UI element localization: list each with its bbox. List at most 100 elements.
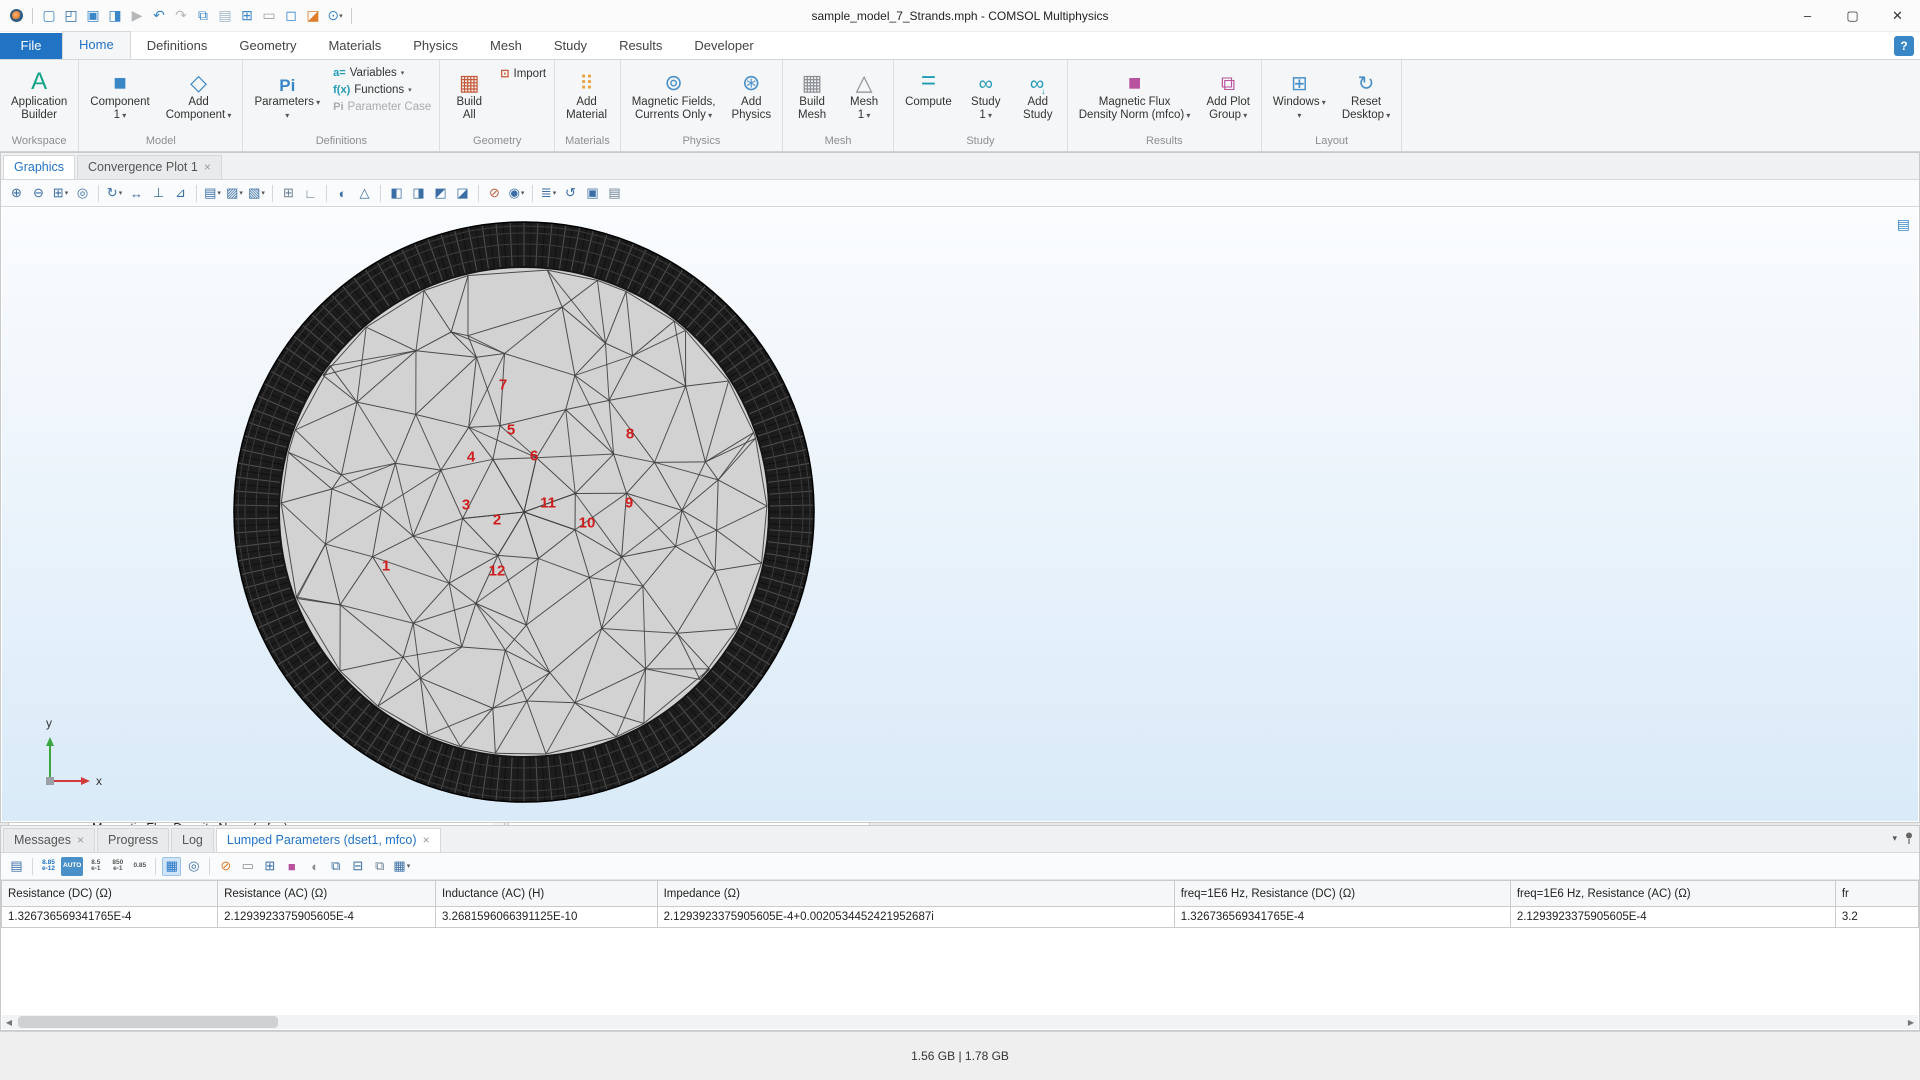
scroll-left-icon[interactable]: ◀ [2,1018,16,1027]
dropdown-icon[interactable]: ▾ [217,189,221,197]
magnetic-fields-button[interactable]: ⊚Magnetic Fields,Currents Only ▾ [625,62,723,133]
dropdown-icon[interactable]: ▾ [521,189,525,197]
highlight-selection-icon[interactable]: ◉▾ [507,184,526,203]
pan-icon[interactable]: ↔ [127,184,146,203]
dropdown-icon[interactable]: ▾ [407,862,411,870]
table-horizontal-scrollbar[interactable]: ◀ ▶ [2,1015,1918,1029]
functions-button[interactable]: f(x)Functions▾ [329,83,435,97]
zoom-box-icon[interactable]: ⊞▾ [51,184,70,203]
import-button[interactable]: ⊡Import [496,66,550,81]
ribbon-tab-mesh[interactable]: Mesh [474,33,538,59]
export-table-icon[interactable]: ⊟ [348,857,367,876]
parameters-button[interactable]: PiParameters ▾▾ [247,62,327,133]
build-all-button[interactable]: ▦BuildAll [444,62,494,133]
view-settings-icon[interactable]: ▤▾ [203,184,222,203]
graphics-tab-convergence-plot-1[interactable]: Convergence Plot 1× [77,155,222,179]
play-icon[interactable]: ▶ [127,6,147,26]
table-settings-icon[interactable]: ▤ [7,857,26,876]
table-color-icon[interactable]: ■ [282,857,301,876]
duplicate-icon[interactable]: ⊞ [237,6,257,26]
copy-table-icon[interactable]: ⧉ [326,857,345,876]
dropdown-icon[interactable]: ▾ [65,189,69,197]
table-format-icon[interactable]: ▦▾ [392,857,411,876]
magnetic-flux-density-norm-button[interactable]: ■Magnetic FluxDensity Norm (mfco) ▾ [1072,62,1198,133]
print-icon[interactable]: ▤ [605,184,624,203]
search-icon[interactable]: ⊙▾ [325,6,345,26]
go-to-default-view-icon[interactable]: ◎ [73,184,92,203]
close-tab-icon[interactable]: × [77,833,84,847]
add-component-button[interactable]: ◇AddComponent ▾ [159,62,239,133]
component-1-button[interactable]: ■Component1 ▾ [83,62,156,133]
clear-table-icon[interactable]: ⊘ [216,857,235,876]
paste-icon[interactable]: ▤ [215,6,235,26]
help-icon[interactable]: ? [1894,36,1914,56]
material-rendering-icon[interactable]: ▧▾ [247,184,266,203]
snapshot-icon[interactable]: ▣ [583,184,602,203]
zoom-in-icon[interactable]: ⊕ [7,184,26,203]
new-file-icon[interactable]: ▢ [39,6,59,26]
close-tab-icon[interactable]: × [423,833,430,847]
add-material-button[interactable]: ⠿AddMaterial [559,62,614,133]
plot-overlay-icon[interactable]: ▤ [1897,216,1910,233]
mesh-1-button[interactable]: △Mesh1 ▾ [839,62,889,133]
add-study-button[interactable]: ∞↓AddStudy [1013,62,1063,133]
ribbon-tab-definitions[interactable]: Definitions [131,33,224,59]
ribbon-tab-materials[interactable]: Materials [312,33,397,59]
add-physics-button[interactable]: ⊛AddPhysics [724,62,778,133]
compute-button[interactable]: =Compute [898,62,959,133]
hide-selected-icon[interactable]: ⊘ [485,184,504,203]
refresh-plot-icon[interactable]: ↺ [561,184,580,203]
color-icon[interactable]: ▨▾ [225,184,244,203]
graphics-tab-graphics[interactable]: Graphics [3,155,75,179]
highlight-icon[interactable]: ◪ [303,6,323,26]
format-short-icon[interactable]: 8.5 e-1 [86,857,105,876]
save-as-icon[interactable]: ◨ [105,6,125,26]
format-long-icon[interactable]: 850 e-1 [108,857,127,876]
dropdown-icon[interactable]: ▾ [339,12,343,20]
select-domains-icon[interactable]: ◧ [387,184,406,203]
zoom-out-icon[interactable]: ⊖ [29,184,48,203]
ribbon-tab-home[interactable]: Home [62,31,131,59]
copy-icon[interactable]: ⧉ [193,6,213,26]
dropdown-icon[interactable]: ▾ [553,189,557,197]
study-1-button[interactable]: ∞Study1 ▾ [961,62,1011,133]
delete-table-icon[interactable]: ▭ [238,857,257,876]
select-box-icon[interactable]: ◻ [281,6,301,26]
comsol-logo-icon[interactable] [6,6,26,26]
redo-icon[interactable]: ↷ [171,6,191,26]
maximize-button[interactable]: ▢ [1830,0,1875,31]
add-plot-group-button[interactable]: ⧉Add PlotGroup ▾ [1199,62,1256,133]
auto-format-icon[interactable]: AUTO [61,857,83,876]
scene-settings-icon[interactable]: ≣▾ [539,184,558,203]
delete-icon[interactable]: ▭ [259,6,279,26]
undo-icon[interactable]: ↶ [149,6,169,26]
add-to-table-icon[interactable]: ⊞ [260,857,279,876]
axes-icon[interactable]: ∟ [301,184,320,203]
scroll-right-icon[interactable]: ▶ [1904,1018,1918,1027]
panel-menu-icon[interactable]: ▾ [1892,833,1897,844]
play-sound-icon[interactable]: ◖ [304,857,323,876]
dropdown-icon[interactable]: ▾ [119,189,123,197]
ribbon-tab-physics[interactable]: Physics [397,33,474,59]
ribbon-tab-study[interactable]: Study [538,33,603,59]
select-edges-icon[interactable]: ◩ [431,184,450,203]
orbit-icon[interactable]: ↻▾ [105,184,124,203]
dropdown-icon[interactable]: ▾ [261,189,265,197]
close-button[interactable]: ✕ [1875,0,1920,31]
ribbon-tab-geometry[interactable]: Geometry [223,33,312,59]
bottom-tab-lumped-parameters-dset1-mfco-[interactable]: Lumped Parameters (dset1, mfco)× [216,828,441,852]
parameter-case-button[interactable]: PiParameter Case [329,100,435,114]
move-table-icon[interactable]: ⧉ [370,857,389,876]
transparency-icon[interactable]: ◐ [333,184,352,203]
align-view-icon[interactable]: ⊥ [149,184,168,203]
ribbon-tab-developer[interactable]: Developer [678,33,769,59]
bottom-tab-messages[interactable]: Messages× [3,828,95,852]
scientific-notation-icon[interactable]: ◎ [184,857,203,876]
wireframe-icon[interactable]: △ [355,184,374,203]
close-tab-icon[interactable]: × [204,160,211,174]
variables-button[interactable]: a=Variables▾ [329,66,435,80]
build-mesh-button[interactable]: ▦BuildMesh [787,62,837,133]
application-builder-button[interactable]: AApplicationBuilder [4,62,74,133]
measure-icon[interactable]: ⊿ [171,184,190,203]
graphics-canvas[interactable]: ▤ 123456789101112yx [2,208,1918,821]
